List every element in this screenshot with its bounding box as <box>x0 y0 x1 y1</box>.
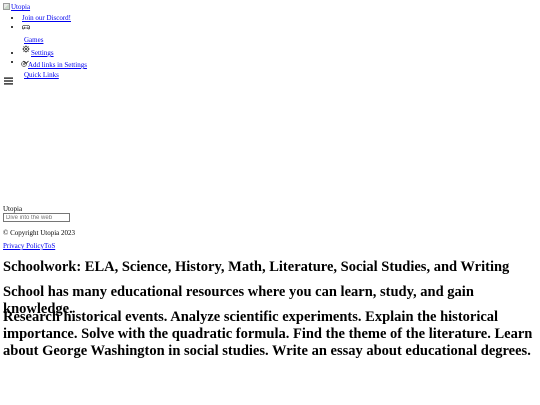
nav-item-settings: Settings <box>22 45 71 58</box>
nav-item-games: Games <box>22 23 71 45</box>
activities-heading: Research historical events. Analyze scie… <box>3 309 533 359</box>
plus-circle-icon <box>21 61 27 67</box>
gear-icon <box>22 45 30 53</box>
discord-link-label: Join our Discord! <box>22 14 71 22</box>
schoolwork-heading: Schoolwork: ELA, Science, History, Math,… <box>3 259 510 275</box>
copyright-text: © Copyright Utopia 2023 <box>3 229 76 237</box>
main-nav: Join our Discord! Games Settings <box>0 14 71 80</box>
tos-link[interactable]: ToS <box>44 242 55 250</box>
quick-links-empty: Add links in Settings <box>21 61 87 70</box>
games-link-label: Games <box>24 36 44 44</box>
privacy-policy-link[interactable]: Privacy Policy <box>3 242 44 250</box>
add-links-link[interactable]: Add links in Settings <box>28 61 87 69</box>
gamepad-icon <box>22 25 30 30</box>
nav-item-discord: Join our Discord! <box>22 14 71 23</box>
quick-links-label: Quick Links <box>24 71 59 79</box>
search-input[interactable] <box>3 213 70 222</box>
games-link[interactable]: Games <box>22 23 43 45</box>
settings-link[interactable]: Settings <box>22 45 54 57</box>
settings-link-label: Settings <box>31 49 54 57</box>
hamburger-menu-icon[interactable] <box>4 77 13 85</box>
legal-links: Privacy PolicyToS <box>3 242 55 251</box>
discord-link[interactable]: Join our Discord! <box>22 14 71 22</box>
page: Utopia Join our Discord! Games <box>0 0 540 405</box>
logo-alt-text: Utopia <box>11 3 31 11</box>
broken-image-icon <box>3 3 10 10</box>
logo-link[interactable]: Utopia <box>3 3 30 12</box>
